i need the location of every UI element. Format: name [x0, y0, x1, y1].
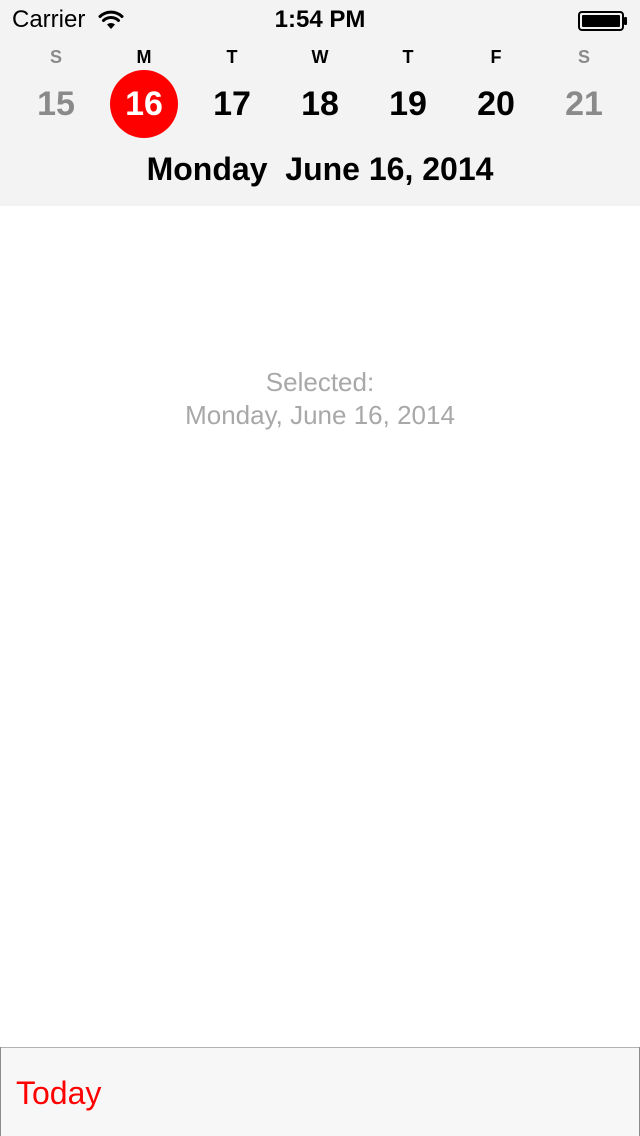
- weekday-letter: M: [136, 47, 152, 67]
- selected-day-circle: 16: [110, 70, 178, 138]
- week-strip: S 15 M 16 T 17 W 18 T 19 F 20 S 21 Monda…: [0, 40, 640, 206]
- selected-date-value: Monday, June 16, 2014: [185, 400, 455, 430]
- selected-date-title: Monday June 16, 2014: [146, 151, 494, 187]
- weekday-letter: W: [311, 47, 329, 67]
- today-button[interactable]: Today: [16, 1074, 101, 1112]
- battery-icon: [578, 11, 627, 31]
- weekday-letter: S: [577, 47, 590, 67]
- status-bar: Carrier 1:54 PM: [0, 0, 640, 40]
- day-cell-tuesday[interactable]: T 17: [188, 40, 276, 160]
- day-number: 18: [301, 85, 339, 123]
- day-cell-saturday[interactable]: S 21: [540, 40, 628, 160]
- day-number: 21: [565, 85, 603, 123]
- weekday-letter: T: [226, 47, 238, 67]
- weekday-letter: T: [402, 47, 414, 67]
- selected-date-info: Selected: Monday, June 16, 2014: [0, 366, 640, 432]
- day-cell-friday[interactable]: F 20: [452, 40, 540, 160]
- selected-label: Selected:: [265, 367, 375, 397]
- day-cell-sunday[interactable]: S 15: [12, 40, 100, 160]
- day-number: 17: [213, 85, 251, 123]
- day-cell-monday-selected[interactable]: M 16: [100, 40, 188, 160]
- status-time: 1:54 PM: [274, 6, 366, 33]
- day-number: 19: [389, 85, 427, 123]
- day-cell-thursday[interactable]: T 19: [364, 40, 452, 160]
- bottom-toolbar: Today: [1, 1047, 639, 1136]
- day-cell-wednesday[interactable]: W 18: [276, 40, 364, 160]
- day-number: 15: [37, 85, 75, 123]
- weekday-letter: F: [490, 47, 502, 67]
- day-content-area[interactable]: Selected: Monday, June 16, 2014: [0, 206, 640, 1047]
- weekday-letter: S: [49, 47, 62, 67]
- day-number: 20: [477, 85, 515, 123]
